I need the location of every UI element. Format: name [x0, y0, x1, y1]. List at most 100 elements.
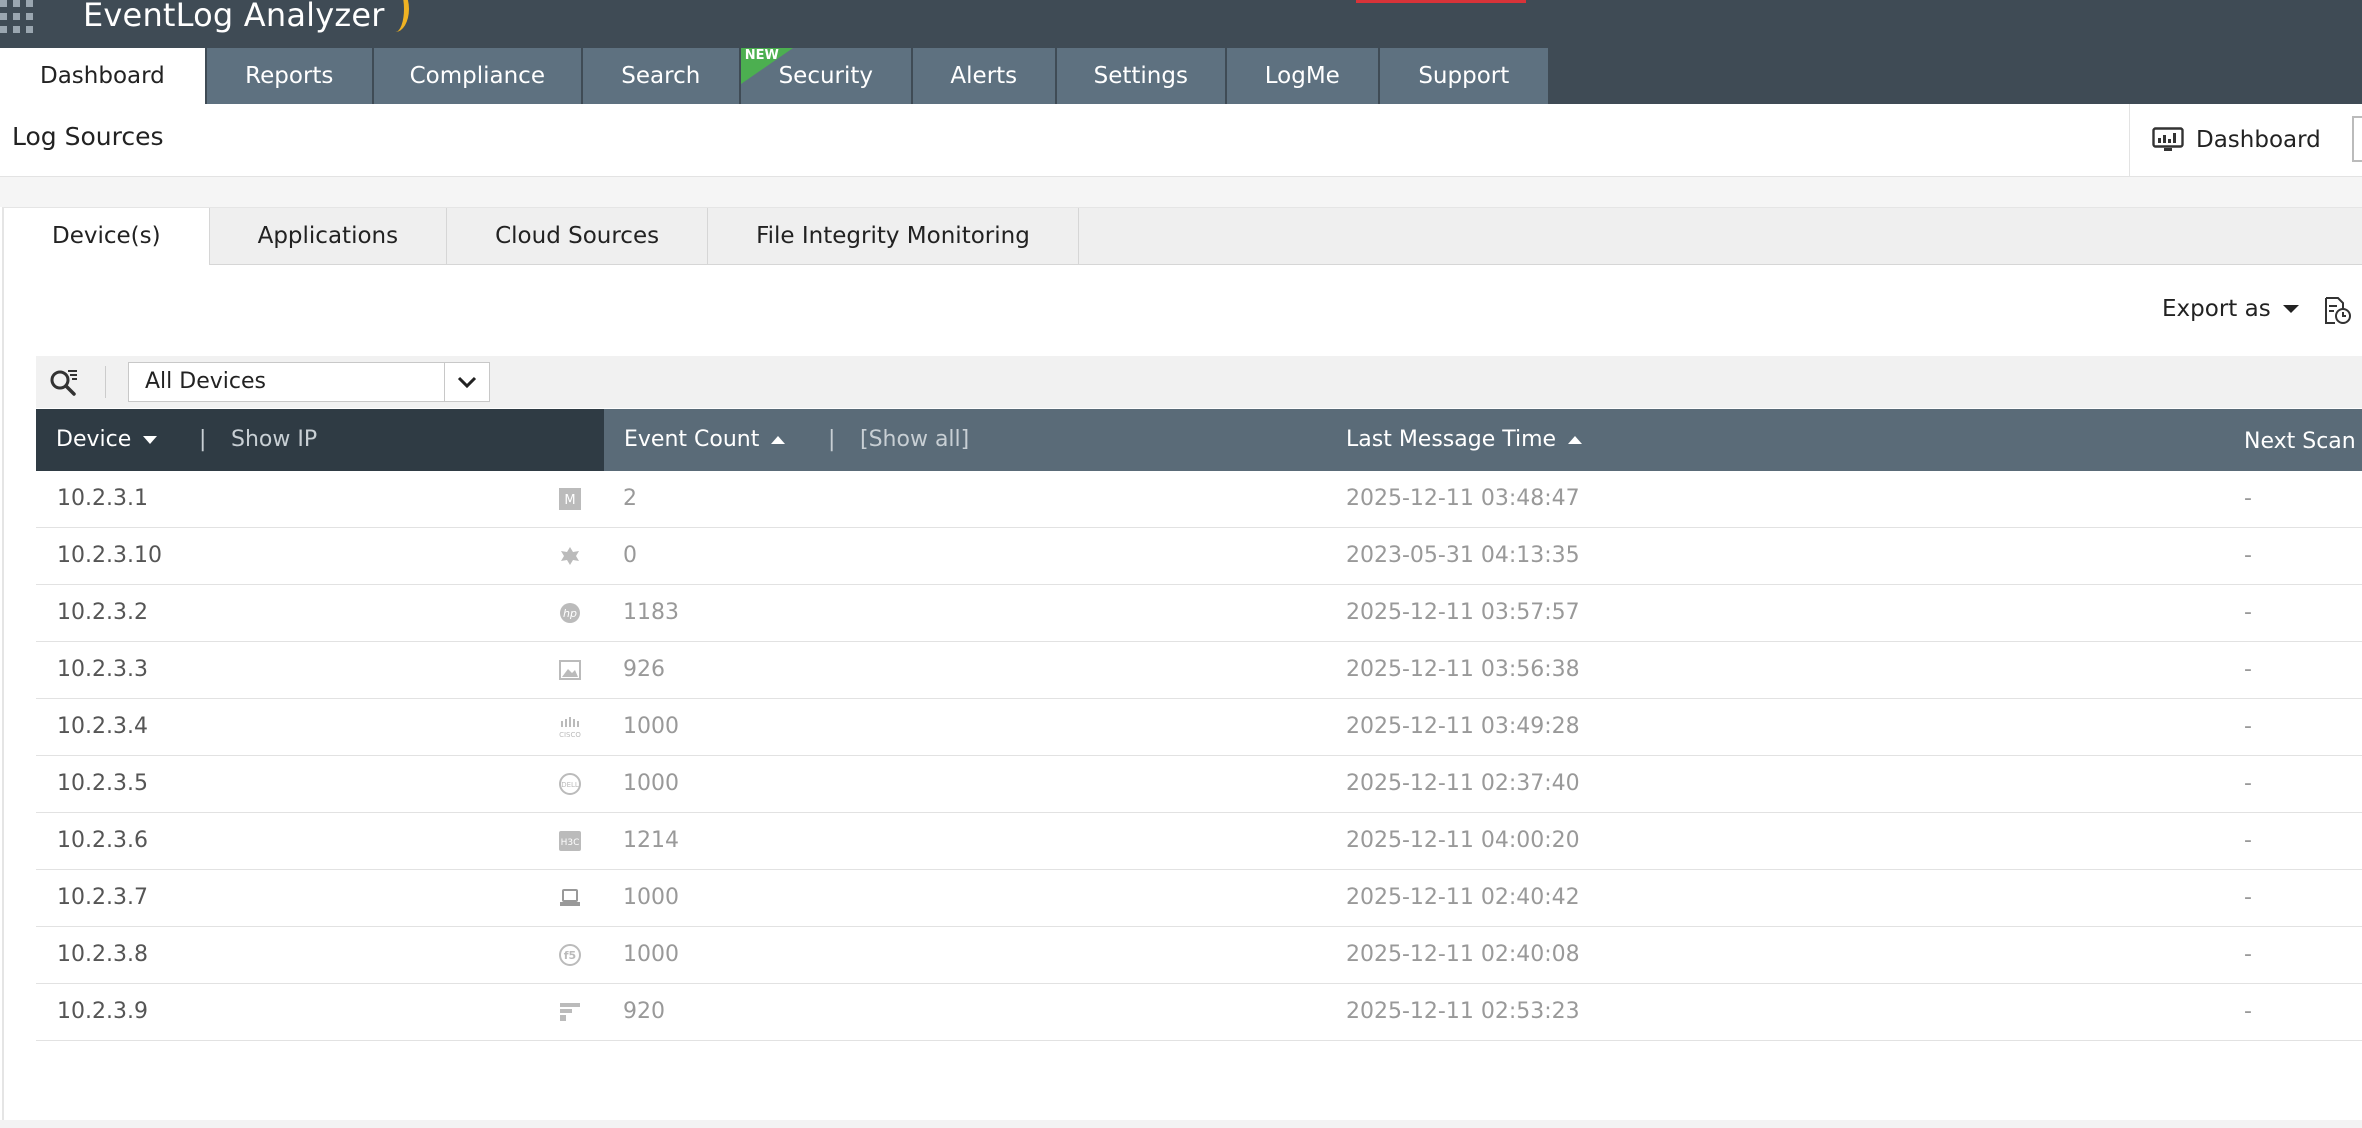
- last-message-time-cell: 2025-12-11 02:37:40: [1346, 771, 1580, 796]
- gear-leaf-icon: [561, 547, 579, 565]
- table-row[interactable]: 10.2.3.6 H3C 1214 2025-12-11 04:00:20 -: [36, 813, 2362, 870]
- sort-up-icon: [771, 436, 786, 444]
- divider: |: [828, 427, 836, 452]
- tab-applications[interactable]: Applications: [210, 208, 448, 264]
- device-name-link[interactable]: 10.2.3.3: [57, 642, 148, 698]
- search-filter-icon[interactable]: [48, 366, 80, 398]
- event-count-cell[interactable]: 1183: [623, 585, 679, 641]
- event-count-cell[interactable]: 1000: [623, 870, 679, 926]
- last-message-time-cell: 2025-12-11 02:53:23: [1346, 999, 1580, 1024]
- tab-dashboard[interactable]: Dashboard: [0, 48, 205, 104]
- device-sort[interactable]: Device: [56, 409, 158, 471]
- apps-grid-icon[interactable]: [0, 0, 40, 34]
- tab-settings[interactable]: Settings: [1056, 48, 1225, 104]
- laptop-icon: [560, 889, 580, 906]
- tab-reports[interactable]: Reports: [206, 48, 372, 104]
- last-message-time-cell: 2025-12-11 03:49:28: [1346, 714, 1580, 739]
- tab-file-integrity-monitoring[interactable]: File Integrity Monitoring: [708, 208, 1079, 264]
- table-row[interactable]: 10.2.3.4 CISCO 1000 2025-12-11 03:49:28 -: [36, 699, 2362, 756]
- table-row[interactable]: 10.2.3.10 0 2023-05-31 04:13:35 -: [36, 528, 2362, 585]
- app-title[interactable]: EventLog Analyzer: [83, 0, 385, 34]
- tab-search[interactable]: Search: [582, 48, 739, 104]
- next-scan-cell: -: [2244, 657, 2252, 682]
- last-message-time-sort[interactable]: Last Message Time: [1346, 409, 1583, 471]
- divider: [105, 366, 106, 398]
- device-filter-select[interactable]: All Devices: [128, 362, 490, 402]
- h3c-icon: H3C: [559, 831, 581, 851]
- tab-label: LogMe: [1264, 63, 1340, 89]
- schedule-report-icon[interactable]: [2322, 296, 2352, 326]
- device-name-link[interactable]: 10.2.3.1: [57, 471, 148, 527]
- event-count-cell[interactable]: 0: [623, 528, 637, 584]
- last-message-time-cell: 2025-12-11 03:56:38: [1346, 657, 1580, 682]
- device-name-link[interactable]: 10.2.3.6: [57, 813, 148, 869]
- show-ip-link[interactable]: Show IP: [231, 409, 317, 471]
- tab-devices[interactable]: Device(s): [4, 208, 210, 265]
- device-name-link[interactable]: 10.2.3.4: [57, 699, 148, 755]
- next-scan-header[interactable]: Next Scan: [2244, 411, 2356, 473]
- table-row[interactable]: 10.2.3.5 DELL 1000 2025-12-11 02:37:40 -: [36, 756, 2362, 813]
- table-row[interactable]: 10.2.3.3 926 2025-12-11 03:56:38 -: [36, 642, 2362, 699]
- event-count-cell[interactable]: 1214: [623, 813, 679, 869]
- device-table-body: 10.2.3.1 M 2 2025-12-11 03:48:47 - 10.2.3.10 0…: [36, 471, 2362, 1041]
- device-name-link[interactable]: 10.2.3.7: [57, 870, 148, 926]
- device-filter-value: All Devices: [145, 369, 266, 394]
- tab-label: Support: [1418, 63, 1510, 89]
- tab-alerts[interactable]: Alerts: [912, 48, 1055, 104]
- export-dropdown[interactable]: Export as: [2162, 296, 2299, 322]
- table-row[interactable]: 10.2.3.7 1000 2025-12-11 02:40:42 -: [36, 870, 2362, 927]
- column-label: Last Message Time: [1346, 427, 1557, 452]
- table-row[interactable]: 10.2.3.1 M 2 2025-12-11 03:48:47 -: [36, 471, 2362, 528]
- tab-support[interactable]: Support: [1379, 48, 1548, 104]
- filter-bar: All Devices: [36, 356, 2362, 408]
- table-row[interactable]: 10.2.3.8 f5 1000 2025-12-11 02:40:08 -: [36, 927, 2362, 984]
- event-count-cell[interactable]: 926: [623, 642, 665, 698]
- event-count-cell[interactable]: 1000: [623, 927, 679, 983]
- sort-up-icon: [1568, 436, 1583, 444]
- more-button[interactable]: [2352, 116, 2362, 162]
- main-nav: Dashboard Reports Compliance Search NEW …: [0, 48, 1550, 104]
- image-icon: [559, 660, 581, 680]
- dashboard-button[interactable]: Dashboard: [2129, 104, 2335, 176]
- last-message-time-cell: 2025-12-11 02:40:08: [1346, 942, 1580, 967]
- new-badge: NEW: [740, 48, 793, 84]
- event-count-cell[interactable]: 920: [623, 984, 665, 1040]
- show-all-link[interactable]: [Show all]: [860, 409, 969, 471]
- log-sources-panel: Device(s) Applications Cloud Sources Fil…: [2, 207, 2362, 1128]
- device-column-header: Device | Show IP: [36, 409, 604, 471]
- device-name-link[interactable]: 10.2.3.9: [57, 984, 148, 1040]
- tab-compliance[interactable]: Compliance: [373, 48, 581, 104]
- event-count-cell[interactable]: 1000: [623, 699, 679, 755]
- next-scan-cell: -: [2244, 771, 2252, 796]
- last-message-time-cell: 2025-12-11 02:40:42: [1346, 885, 1580, 910]
- device-name-link[interactable]: 10.2.3.10: [57, 528, 162, 584]
- tab-label: Dashboard: [40, 63, 165, 89]
- svg-text:CISCO: CISCO: [559, 731, 581, 739]
- next-scan-cell: -: [2244, 942, 2252, 967]
- device-name-link[interactable]: 10.2.3.2: [57, 585, 148, 641]
- device-name-link[interactable]: 10.2.3.8: [57, 927, 148, 983]
- last-message-time-cell: 2025-12-11 04:00:20: [1346, 828, 1580, 853]
- table-row[interactable]: 10.2.3.9 920 2025-12-11 02:53:23 -: [36, 984, 2362, 1041]
- new-badge-label: NEW: [744, 48, 779, 63]
- chevron-down-icon[interactable]: [444, 363, 489, 401]
- fortinet-icon: [560, 1003, 580, 1021]
- spacer-strip: [0, 177, 2362, 207]
- event-count-sort[interactable]: Event Count: [624, 409, 786, 471]
- tab-label: Alerts: [950, 63, 1018, 89]
- tab-label: Reports: [245, 63, 334, 89]
- svg-text:hp: hp: [563, 607, 577, 620]
- table-row[interactable]: 10.2.3.2 hp 1183 2025-12-11 03:57:57 -: [36, 585, 2362, 642]
- next-scan-cell: -: [2244, 885, 2252, 910]
- tab-cloud-sources[interactable]: Cloud Sources: [447, 208, 709, 264]
- tab-logme[interactable]: LogMe: [1226, 48, 1378, 104]
- device-name-link[interactable]: 10.2.3.5: [57, 756, 148, 812]
- event-count-cell[interactable]: 2: [623, 471, 637, 527]
- page-header: Log Sources Dashboard: [0, 104, 2362, 177]
- table-header: Device | Show IP Event Count | [Show all…: [36, 409, 2362, 471]
- event-count-cell[interactable]: 1000: [623, 756, 679, 812]
- next-scan-cell: -: [2244, 828, 2252, 853]
- tab-security[interactable]: NEW Security: [740, 48, 911, 104]
- divider: |: [199, 427, 207, 452]
- column-label: Device: [56, 427, 132, 452]
